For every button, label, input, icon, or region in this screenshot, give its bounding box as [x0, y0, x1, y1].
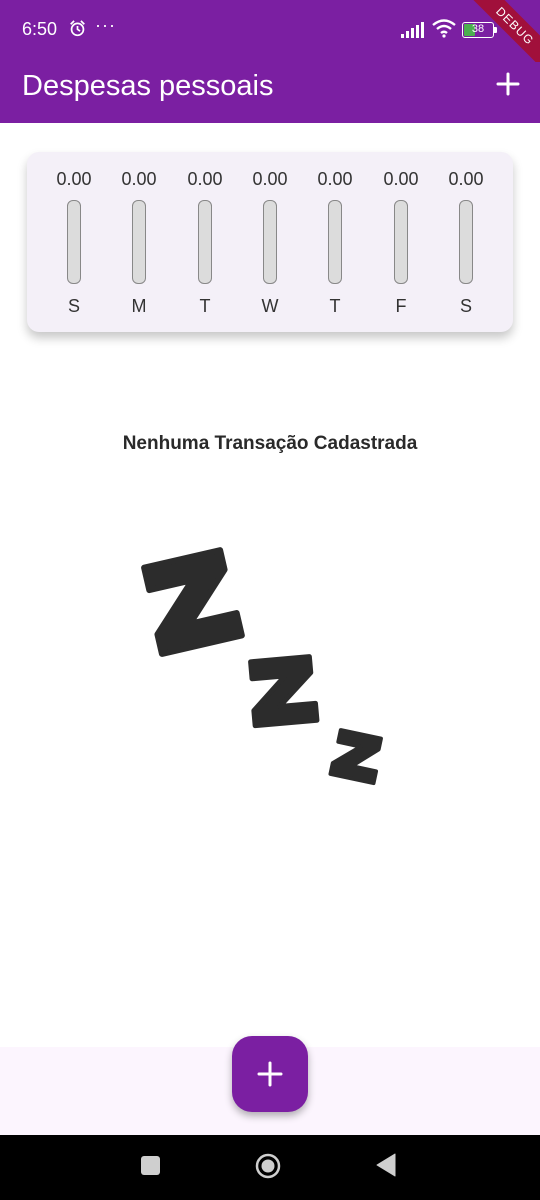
app-title: Despesas pessoais: [22, 70, 274, 102]
battery-level: 38: [471, 23, 485, 35]
chart-bar-value: 0.00: [317, 169, 353, 189]
chart-bar-value: 0.00: [448, 169, 484, 189]
chart-bar-day: T: [329, 296, 341, 316]
chart-bar-value: 0.00: [56, 169, 92, 189]
chart-bar-day: S: [67, 296, 80, 316]
add-transaction-fab[interactable]: [232, 1036, 308, 1112]
chart-bar: [132, 200, 146, 284]
chart-bar-day: T: [199, 296, 211, 316]
chart-bar-day: M: [131, 296, 147, 316]
plus-icon: [257, 1061, 283, 1087]
signal-icon: [401, 22, 424, 38]
chart-bar: [263, 200, 277, 284]
chart-bar-day: W: [261, 296, 279, 316]
empty-state-message: Nenhuma Transação Cadastrada: [122, 433, 418, 454]
recent-apps-button[interactable]: [141, 1156, 160, 1175]
chart-bar: [67, 200, 81, 284]
chart-bar-day: S: [459, 296, 472, 316]
chart-bar: [328, 200, 342, 284]
chart-bar: [198, 200, 212, 284]
more-notifications-icon: ···: [95, 15, 116, 35]
status-bar: 6:50 ··· 38: [0, 0, 540, 62]
chart-bar: [459, 200, 473, 284]
app-bar: Despesas pessoais: [0, 62, 540, 123]
status-time: 6:50: [22, 19, 58, 39]
wifi-icon: [432, 19, 456, 38]
alarm-icon: [70, 20, 85, 37]
battery-icon: 38: [462, 22, 498, 38]
weekly-chart: 0.00 S 0.00 M 0.00 T 0.00 W 0.00 T 0.00 …: [27, 152, 513, 332]
back-button[interactable]: [375, 1153, 397, 1177]
plus-icon[interactable]: [494, 70, 522, 98]
chart-bar-value: 0.00: [187, 169, 223, 189]
home-button[interactable]: [255, 1153, 281, 1179]
zzz-sleep-icon: [141, 547, 383, 786]
chart-bar-value: 0.00: [252, 169, 288, 189]
chart-bar-day: F: [395, 296, 407, 316]
chart-bar: [394, 200, 408, 284]
chart-bar-value: 0.00: [121, 169, 157, 189]
chart-bar-value: 0.00: [383, 169, 419, 189]
